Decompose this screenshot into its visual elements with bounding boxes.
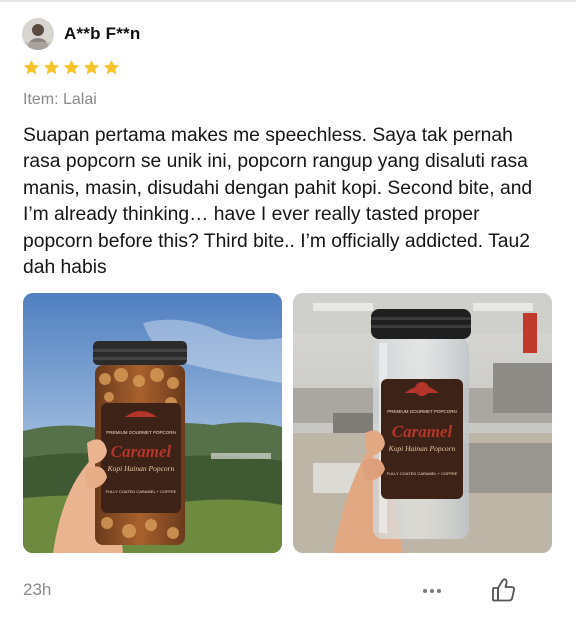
review-header: A**b F**n xyxy=(22,18,140,50)
review-footer: 23h xyxy=(23,578,553,604)
jar-label-title: Caramel xyxy=(392,422,453,441)
avatar[interactable] xyxy=(22,18,54,50)
more-dot xyxy=(437,589,441,593)
star-rating xyxy=(22,58,121,77)
item-label: Item: Lalai xyxy=(23,91,97,108)
star-icon xyxy=(23,59,40,75)
star-icon xyxy=(43,59,60,75)
jar-label-title: Caramel xyxy=(111,442,172,461)
jar-label-subtitle: Kopi Hainan Popcorn xyxy=(388,444,456,453)
star-icon xyxy=(103,59,120,75)
timestamp: 23h xyxy=(23,580,52,599)
review-photo[interactable]: PREMIUM GOURMET POPCORN Caramel Kopi Hai… xyxy=(23,293,282,553)
star-icon xyxy=(83,59,100,75)
jar-label-brand: PREMIUM GOURMET POPCORN xyxy=(106,430,175,435)
star-icon xyxy=(63,59,80,75)
review-text: Suapan pertama makes me speechless. Saya… xyxy=(23,125,533,279)
jar-label-subtitle: Kopi Hainan Popcorn xyxy=(107,464,175,473)
review-photo[interactable]: PREMIUM GOURMET POPCORN Caramel Kopi Hai… xyxy=(293,293,552,553)
thumbs-up-icon[interactable] xyxy=(489,575,519,605)
top-divider xyxy=(0,0,576,2)
jar-label-tag: FULLY COATED CARAMEL + COFFEE xyxy=(387,471,458,476)
review-photos: PREMIUM GOURMET POPCORN Caramel Kopi Hai… xyxy=(23,293,553,553)
jar-label-tag: FULLY COATED CARAMEL + COFFEE xyxy=(106,489,177,494)
jar-label-brand: PREMIUM GOURMET POPCORN xyxy=(387,409,456,414)
more-dot xyxy=(423,589,427,593)
more-dot xyxy=(430,589,434,593)
more-options-icon[interactable] xyxy=(417,578,447,604)
reviewer-name[interactable]: A**b F**n xyxy=(64,24,140,44)
